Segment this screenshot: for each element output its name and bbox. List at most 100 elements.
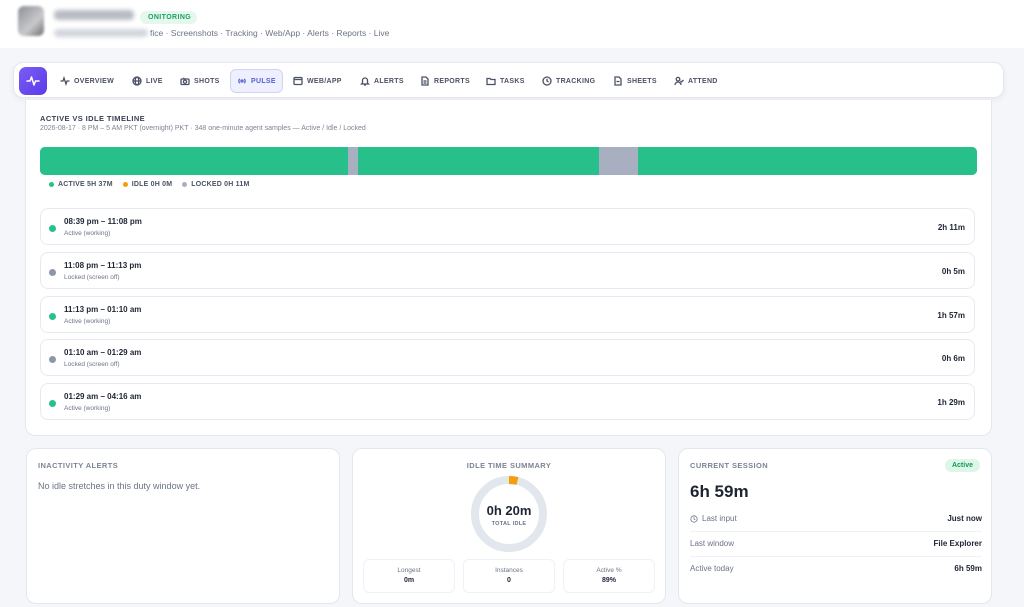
tab-reports[interactable]: REPORTS bbox=[414, 69, 476, 93]
timeline-segment-active bbox=[40, 147, 349, 175]
row-time-range: 11:08 pm – 11:13 pm bbox=[64, 261, 142, 270]
stat-longest: Longest 0m bbox=[363, 559, 455, 593]
row-duration: 1h 29m bbox=[937, 398, 965, 407]
timeline-segment-locked bbox=[348, 147, 359, 175]
tab-attend-label: ATTEND bbox=[688, 77, 718, 85]
active-status-dot-icon bbox=[49, 225, 56, 232]
legend-locked-label: LOCKED 0H 11M bbox=[191, 181, 250, 188]
camera-icon bbox=[180, 77, 190, 86]
tab-live-label: LIVE bbox=[146, 77, 163, 85]
session-status-badge: Active bbox=[944, 459, 980, 472]
tab-tracking[interactable]: TRACKING bbox=[536, 69, 601, 93]
employee-name-redacted bbox=[54, 10, 134, 20]
tab-shots[interactable]: SHOTS bbox=[174, 69, 226, 93]
session-title: CURRENT SESSION bbox=[690, 461, 769, 470]
legend-idle-label: IDLE 0H 0M bbox=[131, 181, 173, 188]
stat-instances: Instances 0 bbox=[463, 559, 555, 593]
tab-bar: OVERVIEW LIVE SHOTS PULSE WEB/APP ALERTS… bbox=[13, 62, 1004, 98]
stat-value: 89% bbox=[601, 577, 616, 584]
timeline-legend: ACTIVE 5H 37M IDLE 0H 0M LOCKED 0H 11M bbox=[49, 181, 249, 188]
timeline-segment-locked bbox=[598, 147, 639, 175]
tab-live[interactable]: LIVE bbox=[126, 69, 169, 93]
bell-icon bbox=[360, 77, 370, 86]
avatar bbox=[18, 6, 44, 36]
window-icon bbox=[293, 76, 303, 86]
tab-tracking-label: TRACKING bbox=[556, 77, 596, 85]
locked-status-dot-icon bbox=[49, 269, 56, 276]
timeline-row[interactable]: 11:13 pm – 01:10 am Active (working) 1h … bbox=[40, 296, 975, 333]
tab-attend[interactable]: ATTEND bbox=[668, 69, 724, 93]
tab-tasks[interactable]: TASKS bbox=[480, 69, 531, 93]
tab-overview[interactable]: OVERVIEW bbox=[54, 69, 120, 93]
session-duration: 6h 59m bbox=[690, 482, 749, 501]
top-header: ONITORING fice · Screenshots · Tracking … bbox=[0, 0, 1024, 48]
active-idle-timeline-bar bbox=[40, 147, 977, 175]
timeline-title: ACTIVE VS IDLE TIMELINE bbox=[40, 114, 146, 123]
row-time-range: 01:29 am – 04:16 am bbox=[64, 392, 142, 401]
timeline-subtitle: 2026-08-17 · 8 PM – 5 AM PKT (overnight)… bbox=[40, 125, 366, 132]
active-status-dot-icon bbox=[49, 400, 56, 407]
active-status-dot-icon bbox=[49, 313, 56, 320]
row-state: Active (working) bbox=[64, 230, 111, 237]
timeline-segment-active bbox=[358, 147, 599, 175]
active-today-value: 6h 59m bbox=[954, 564, 982, 573]
document-icon bbox=[421, 76, 429, 86]
tab-shots-label: SHOTS bbox=[194, 77, 220, 85]
tab-sheets[interactable]: SHEETS bbox=[607, 69, 663, 93]
globe-icon bbox=[132, 76, 142, 86]
tab-pulse-label: PULSE bbox=[251, 77, 276, 85]
locked-dot-icon bbox=[182, 182, 188, 187]
last-input-label: Last input bbox=[702, 514, 737, 523]
tab-overview-label: OVERVIEW bbox=[74, 77, 115, 85]
stat-label: Active % bbox=[596, 567, 622, 574]
row-time-range: 11:13 pm – 01:10 am bbox=[64, 305, 142, 314]
timeline-row[interactable]: 01:10 am – 01:29 am Locked (screen off) … bbox=[40, 339, 975, 376]
tab-webapp[interactable]: WEB/APP bbox=[287, 69, 348, 93]
pulse-icon bbox=[238, 78, 246, 84]
row-state: Locked (screen off) bbox=[64, 274, 120, 281]
legend-locked: LOCKED 0H 11M bbox=[182, 181, 249, 188]
idle-dot-icon bbox=[122, 182, 128, 187]
activity-icon bbox=[60, 76, 70, 86]
stat-active-percent: Active % 89% bbox=[563, 559, 655, 593]
tab-pulse[interactable]: PULSE bbox=[230, 69, 283, 93]
status-badge: ONITORING bbox=[140, 11, 198, 24]
idle-total: 0h 20m bbox=[486, 503, 532, 518]
tab-alerts-label: ALERTS bbox=[374, 77, 404, 85]
breadcrumb: fice · Screenshots · Tracking · Web/App … bbox=[150, 28, 390, 38]
session-active-today: Active today 6h 59m bbox=[690, 558, 982, 582]
row-duration: 2h 11m bbox=[937, 223, 965, 232]
timeline-row[interactable]: 08:39 pm – 11:08 pm Active (working) 2h … bbox=[40, 208, 975, 245]
current-session-card: CURRENT SESSION Active 6h 59m Last input… bbox=[678, 448, 992, 604]
locked-status-dot-icon bbox=[49, 356, 56, 363]
row-duration: 0h 5m bbox=[941, 267, 965, 276]
timeline-row[interactable]: 11:08 pm – 11:13 pm Locked (screen off) … bbox=[40, 252, 975, 289]
legend-active: ACTIVE 5H 37M bbox=[49, 181, 113, 188]
tab-alerts[interactable]: ALERTS bbox=[354, 69, 410, 93]
row-duration: 0h 6m bbox=[941, 354, 965, 363]
idle-summary-card: IDLE TIME SUMMARY 0h 20m TOTAL IDLE Long… bbox=[352, 448, 666, 604]
row-state: Active (working) bbox=[64, 405, 111, 412]
folder-icon bbox=[486, 77, 496, 86]
sheet-icon bbox=[614, 76, 622, 86]
row-time-range: 08:39 pm – 11:08 pm bbox=[64, 217, 142, 226]
active-dot-icon bbox=[49, 182, 54, 187]
last-window-value: File Explorer bbox=[933, 539, 982, 548]
stat-value: 0 bbox=[507, 577, 511, 584]
row-state: Active (working) bbox=[64, 318, 111, 325]
stat-label: Instances bbox=[495, 567, 523, 574]
session-last-input: Last input Just now bbox=[690, 508, 982, 532]
pulse-logo-icon[interactable] bbox=[19, 67, 47, 95]
idle-total-label: TOTAL IDLE bbox=[491, 521, 527, 527]
employee-subtitle-redacted bbox=[54, 29, 148, 37]
timeline-row[interactable]: 01:29 am – 04:16 am Active (working) 1h … bbox=[40, 383, 975, 420]
row-time-range: 01:10 am – 01:29 am bbox=[64, 348, 142, 357]
legend-idle: IDLE 0H 0M bbox=[122, 181, 173, 188]
inactivity-empty-text: No idle stretches in this duty window ye… bbox=[38, 481, 201, 491]
user-check-icon bbox=[674, 76, 684, 86]
timeline-segment-active bbox=[638, 147, 977, 175]
session-last-window: Last window File Explorer bbox=[690, 533, 982, 557]
inactivity-title: INACTIVITY ALERTS bbox=[38, 461, 119, 470]
legend-active-label: ACTIVE 5H 37M bbox=[58, 181, 113, 188]
stat-label: Longest bbox=[397, 567, 421, 574]
